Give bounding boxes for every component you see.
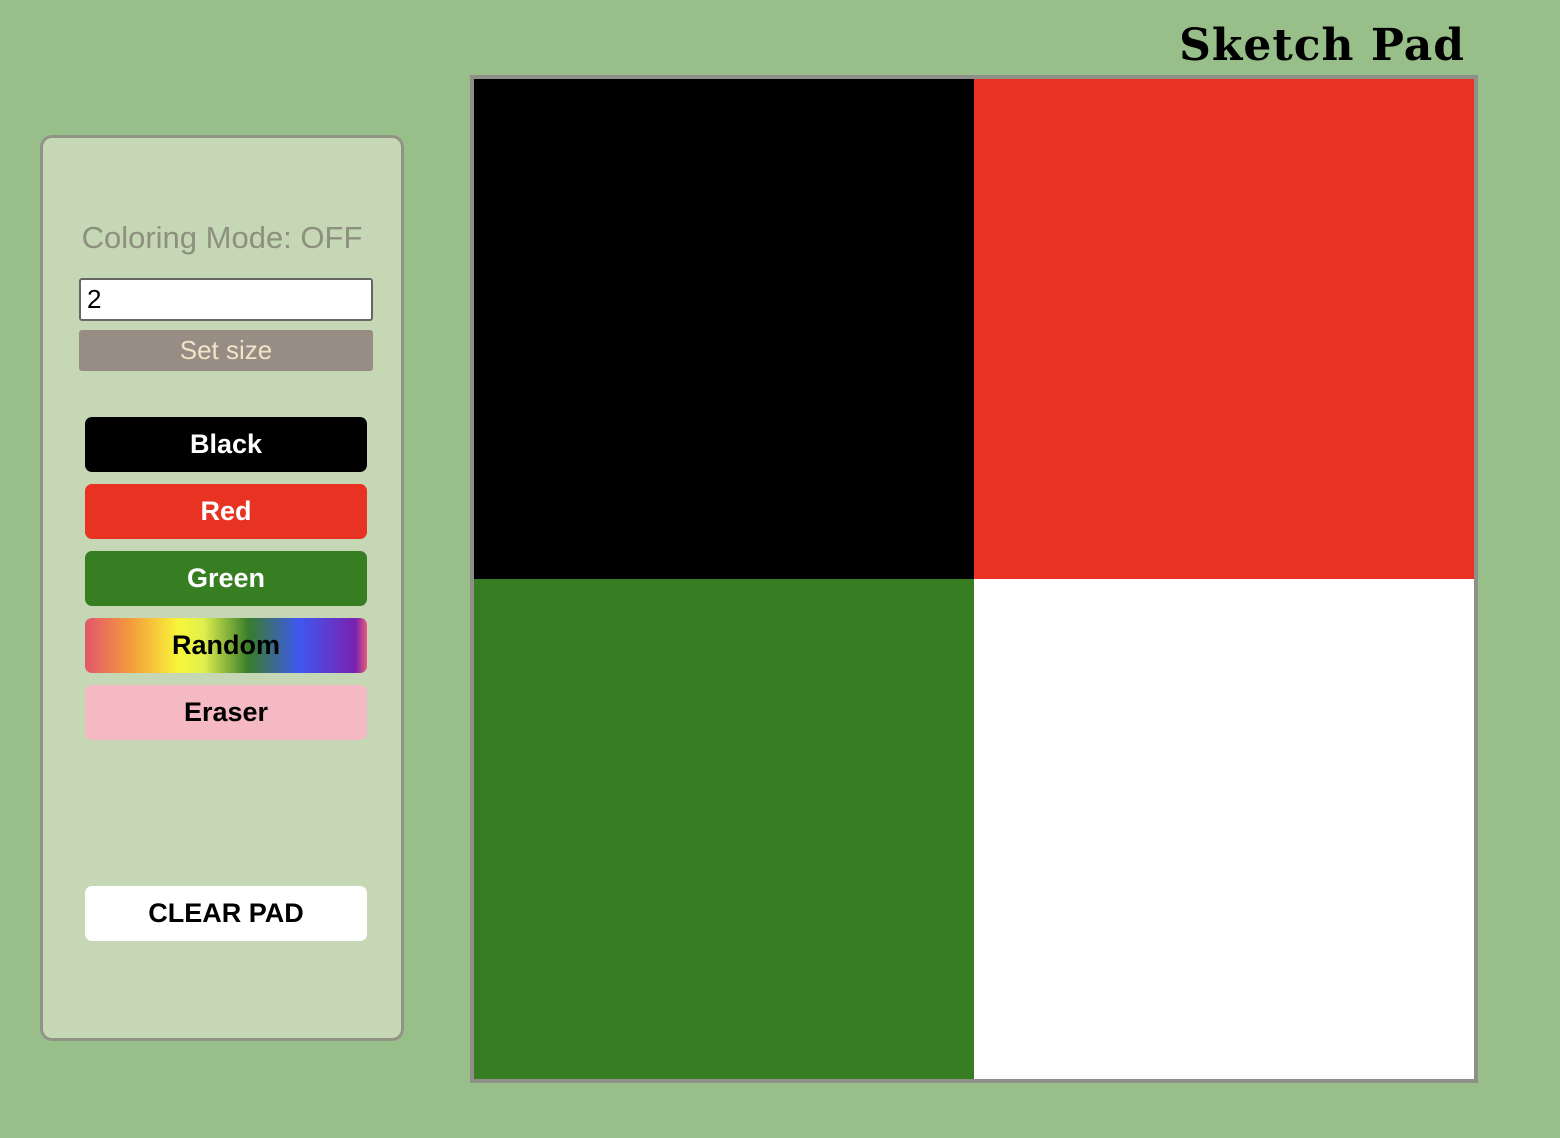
green-color-button[interactable]: Green [85, 551, 367, 606]
sketch-pad-grid[interactable] [470, 75, 1478, 1083]
black-color-button[interactable]: Black [85, 417, 367, 472]
coloring-mode-status: Coloring Mode: OFF [81, 220, 363, 255]
app-title: Sketch Pad [1179, 20, 1465, 71]
grid-cell[interactable] [474, 579, 974, 1079]
clear-pad-button[interactable]: CLEAR PAD [85, 886, 367, 941]
red-color-button[interactable]: Red [85, 484, 367, 539]
grid-cell[interactable] [974, 79, 1474, 579]
grid-cell[interactable] [974, 579, 1474, 1079]
grid-cell[interactable] [474, 79, 974, 579]
control-panel: Coloring Mode: OFF Set size Black Red Gr… [40, 135, 404, 1041]
eraser-button[interactable]: Eraser [85, 685, 367, 740]
set-size-button[interactable]: Set size [79, 330, 373, 371]
grid-size-input[interactable] [79, 278, 373, 321]
random-color-button[interactable]: Random [85, 618, 367, 673]
